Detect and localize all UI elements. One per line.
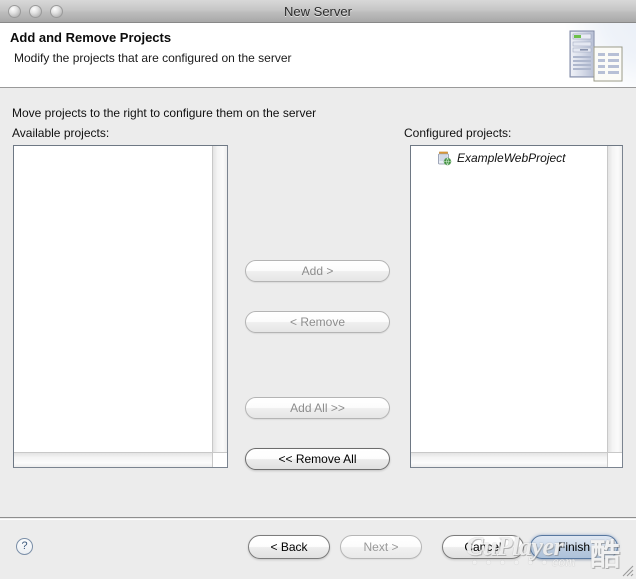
- remove-all-button[interactable]: << Remove All: [245, 448, 390, 470]
- available-vertical-scrollbar[interactable]: [212, 146, 227, 452]
- page-title: Add and Remove Projects: [10, 30, 172, 45]
- wizard-body: Move projects to the right to configure …: [0, 88, 636, 518]
- add-all-button[interactable]: Add All >>: [245, 397, 390, 419]
- instruction-text: Move projects to the right to configure …: [12, 106, 317, 120]
- available-projects-list[interactable]: [13, 145, 228, 468]
- help-button[interactable]: ?: [16, 538, 33, 555]
- configured-scroll-corner: [607, 452, 622, 467]
- server-and-document-icon: [550, 23, 636, 87]
- cancel-button[interactable]: Cancel: [442, 535, 524, 559]
- list-item[interactable]: ExampleWebProject: [411, 149, 607, 167]
- next-button[interactable]: Next >: [340, 535, 422, 559]
- wizard-footer: ? < Back Next > Cancel Finish: [0, 519, 636, 579]
- remove-button[interactable]: < Remove: [245, 311, 390, 333]
- available-projects-items[interactable]: [14, 146, 212, 452]
- back-button[interactable]: < Back: [248, 535, 330, 559]
- window-titlebar[interactable]: New Server: [0, 0, 636, 23]
- configured-projects-items[interactable]: ExampleWebProject: [411, 146, 607, 452]
- add-button[interactable]: Add >: [245, 260, 390, 282]
- wizard-header: Add and Remove Projects Modify the proje…: [0, 23, 636, 88]
- finish-button[interactable]: Finish: [530, 535, 618, 559]
- available-projects-label: Available projects:: [12, 126, 110, 140]
- configured-projects-label: Configured projects:: [404, 126, 512, 140]
- web-project-icon: [437, 151, 452, 166]
- available-scroll-corner: [212, 452, 227, 467]
- configured-vertical-scrollbar[interactable]: [607, 146, 622, 452]
- list-item-label: ExampleWebProject: [457, 151, 566, 165]
- available-horizontal-scrollbar[interactable]: [14, 452, 212, 467]
- configured-projects-list[interactable]: ExampleWebProject: [410, 145, 623, 468]
- configured-horizontal-scrollbar[interactable]: [411, 452, 607, 467]
- page-subtitle: Modify the projects that are configured …: [14, 51, 292, 65]
- window-title: New Server: [284, 4, 352, 19]
- resize-grip[interactable]: [620, 563, 634, 577]
- new-server-wizard-window: New Server Add and Remove Projects Modif…: [0, 0, 636, 579]
